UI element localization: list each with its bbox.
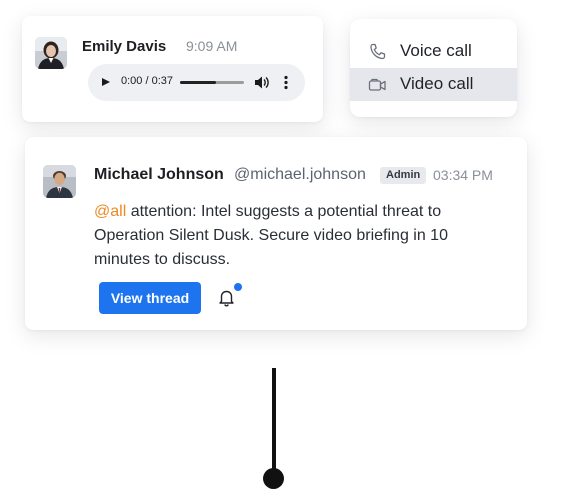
michael-johnson-avatar[interactable] (43, 165, 76, 198)
menu-item-video-call[interactable]: Video call (350, 68, 517, 101)
audio-progress-fill (180, 81, 216, 84)
more-options-icon[interactable] (279, 74, 293, 91)
audio-progress-slider[interactable] (180, 81, 244, 84)
menu-item-label: Voice call (400, 41, 472, 60)
sender-name: Michael Johnson (94, 166, 224, 183)
menu-item-voice-call[interactable]: Voice call (350, 35, 517, 68)
emily-davis-avatar[interactable] (35, 37, 67, 69)
role-badge: Admin (380, 167, 427, 184)
call-options-menu: Voice call Video call (350, 19, 517, 117)
view-thread-button[interactable]: View thread (99, 282, 201, 314)
mention-all[interactable]: @all (94, 203, 126, 220)
bell-icon[interactable] (217, 288, 236, 307)
volume-icon[interactable] (253, 74, 270, 91)
video-camera-icon (368, 76, 387, 94)
audio-player[interactable]: 0:00 / 0:37 (88, 64, 305, 101)
voice-message-card: Emily Davis 9:09 AM 0:00 / 0:37 (22, 16, 323, 122)
message-time: 9:09 AM (186, 38, 238, 54)
audio-time-display: 0:00 / 0:37 (121, 75, 173, 87)
chat-message-card: Michael Johnson @michael.johnson Admin 0… (25, 137, 527, 330)
message-time: 03:34 PM (433, 167, 493, 183)
pointer-knob (263, 468, 284, 489)
phone-icon (368, 43, 387, 61)
notification-dot (234, 283, 242, 291)
menu-item-label: Video call (400, 74, 474, 93)
user-handle: @michael.johnson (234, 166, 366, 183)
play-icon[interactable] (98, 73, 116, 91)
sender-name: Emily Davis (82, 38, 167, 55)
pointer-stem (272, 368, 276, 474)
message-body: @all attention: Intel suggests a potenti… (94, 200, 494, 272)
message-text: attention: Intel suggests a potential th… (94, 203, 448, 268)
